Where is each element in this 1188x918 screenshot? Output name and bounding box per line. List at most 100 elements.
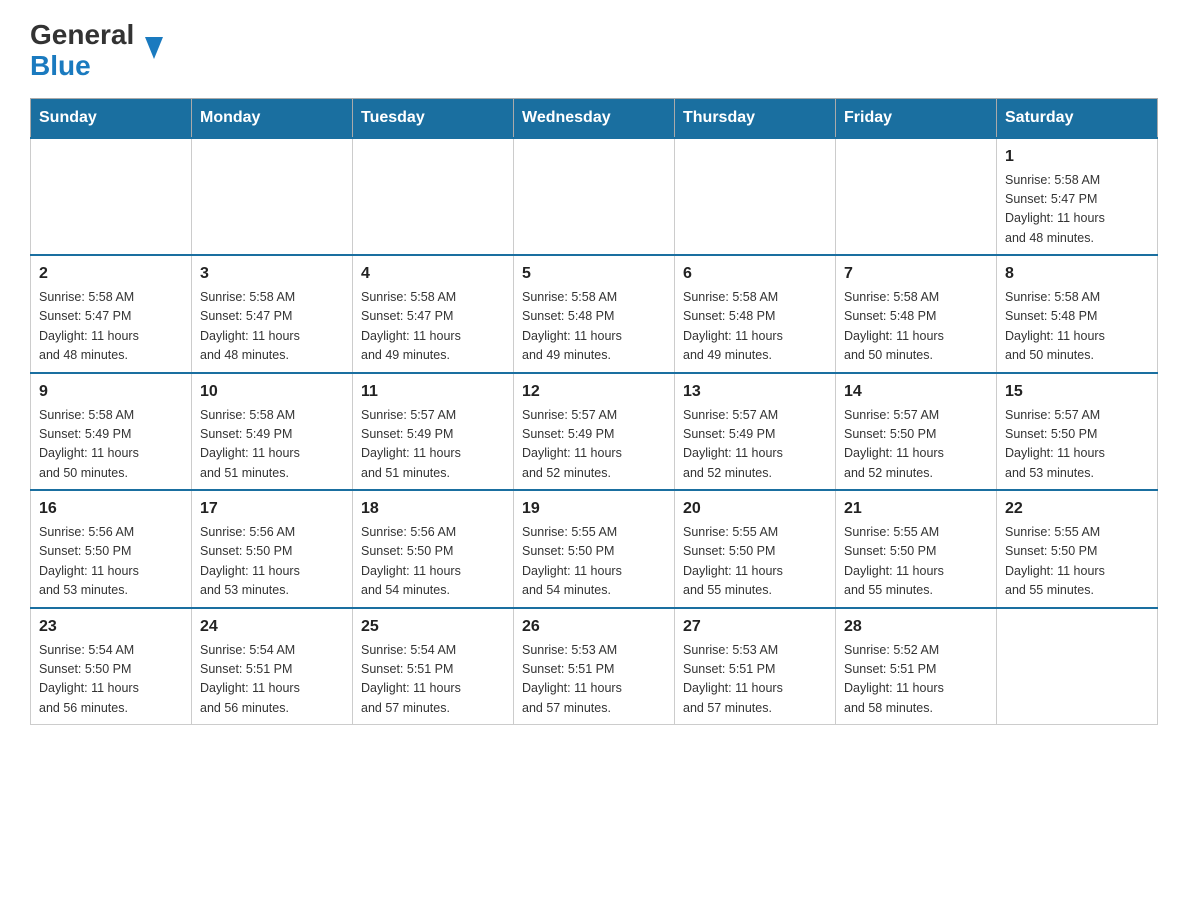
calendar-cell: 24Sunrise: 5:54 AMSunset: 5:51 PMDayligh… bbox=[192, 608, 353, 725]
day-info: Sunrise: 5:54 AMSunset: 5:51 PMDaylight:… bbox=[200, 641, 344, 719]
day-number: 8 bbox=[1005, 262, 1149, 286]
day-info: Sunrise: 5:58 AMSunset: 5:48 PMDaylight:… bbox=[683, 288, 827, 366]
calendar-cell: 19Sunrise: 5:55 AMSunset: 5:50 PMDayligh… bbox=[514, 490, 675, 608]
day-number: 19 bbox=[522, 497, 666, 521]
calendar-cell bbox=[31, 138, 192, 256]
day-number: 4 bbox=[361, 262, 505, 286]
logo-blue-text: Blue bbox=[30, 51, 143, 82]
day-info: Sunrise: 5:57 AMSunset: 5:50 PMDaylight:… bbox=[844, 406, 988, 484]
day-number: 20 bbox=[683, 497, 827, 521]
day-number: 22 bbox=[1005, 497, 1149, 521]
day-info: Sunrise: 5:56 AMSunset: 5:50 PMDaylight:… bbox=[200, 523, 344, 601]
day-info: Sunrise: 5:55 AMSunset: 5:50 PMDaylight:… bbox=[844, 523, 988, 601]
col-wednesday: Wednesday bbox=[514, 98, 675, 138]
calendar-week-row: 23Sunrise: 5:54 AMSunset: 5:50 PMDayligh… bbox=[31, 608, 1158, 725]
col-monday: Monday bbox=[192, 98, 353, 138]
calendar-week-row: 16Sunrise: 5:56 AMSunset: 5:50 PMDayligh… bbox=[31, 490, 1158, 608]
calendar-cell: 10Sunrise: 5:58 AMSunset: 5:49 PMDayligh… bbox=[192, 373, 353, 491]
day-info: Sunrise: 5:57 AMSunset: 5:49 PMDaylight:… bbox=[361, 406, 505, 484]
calendar-cell: 27Sunrise: 5:53 AMSunset: 5:51 PMDayligh… bbox=[675, 608, 836, 725]
calendar-cell bbox=[192, 138, 353, 256]
col-tuesday: Tuesday bbox=[353, 98, 514, 138]
calendar-cell: 18Sunrise: 5:56 AMSunset: 5:50 PMDayligh… bbox=[353, 490, 514, 608]
col-saturday: Saturday bbox=[997, 98, 1158, 138]
calendar-cell: 25Sunrise: 5:54 AMSunset: 5:51 PMDayligh… bbox=[353, 608, 514, 725]
calendar-cell: 6Sunrise: 5:58 AMSunset: 5:48 PMDaylight… bbox=[675, 255, 836, 373]
calendar-cell: 12Sunrise: 5:57 AMSunset: 5:49 PMDayligh… bbox=[514, 373, 675, 491]
calendar-cell: 22Sunrise: 5:55 AMSunset: 5:50 PMDayligh… bbox=[997, 490, 1158, 608]
calendar-cell bbox=[353, 138, 514, 256]
logo-triangle-icon bbox=[145, 37, 163, 59]
calendar-cell: 14Sunrise: 5:57 AMSunset: 5:50 PMDayligh… bbox=[836, 373, 997, 491]
day-info: Sunrise: 5:55 AMSunset: 5:50 PMDaylight:… bbox=[1005, 523, 1149, 601]
day-info: Sunrise: 5:52 AMSunset: 5:51 PMDaylight:… bbox=[844, 641, 988, 719]
day-info: Sunrise: 5:53 AMSunset: 5:51 PMDaylight:… bbox=[522, 641, 666, 719]
day-number: 12 bbox=[522, 380, 666, 404]
day-number: 1 bbox=[1005, 145, 1149, 169]
calendar-cell: 26Sunrise: 5:53 AMSunset: 5:51 PMDayligh… bbox=[514, 608, 675, 725]
calendar-week-row: 1Sunrise: 5:58 AMSunset: 5:47 PMDaylight… bbox=[31, 138, 1158, 256]
day-number: 14 bbox=[844, 380, 988, 404]
calendar-cell bbox=[836, 138, 997, 256]
day-info: Sunrise: 5:56 AMSunset: 5:50 PMDaylight:… bbox=[39, 523, 183, 601]
day-number: 27 bbox=[683, 615, 827, 639]
day-info: Sunrise: 5:57 AMSunset: 5:49 PMDaylight:… bbox=[522, 406, 666, 484]
col-thursday: Thursday bbox=[675, 98, 836, 138]
day-info: Sunrise: 5:57 AMSunset: 5:50 PMDaylight:… bbox=[1005, 406, 1149, 484]
col-sunday: Sunday bbox=[31, 98, 192, 138]
calendar-cell: 21Sunrise: 5:55 AMSunset: 5:50 PMDayligh… bbox=[836, 490, 997, 608]
day-info: Sunrise: 5:53 AMSunset: 5:51 PMDaylight:… bbox=[683, 641, 827, 719]
day-number: 28 bbox=[844, 615, 988, 639]
day-number: 25 bbox=[361, 615, 505, 639]
day-info: Sunrise: 5:54 AMSunset: 5:50 PMDaylight:… bbox=[39, 641, 183, 719]
day-number: 26 bbox=[522, 615, 666, 639]
page-header: General Blue bbox=[30, 20, 1158, 82]
day-info: Sunrise: 5:58 AMSunset: 5:47 PMDaylight:… bbox=[200, 288, 344, 366]
day-number: 21 bbox=[844, 497, 988, 521]
day-number: 23 bbox=[39, 615, 183, 639]
day-number: 18 bbox=[361, 497, 505, 521]
day-number: 5 bbox=[522, 262, 666, 286]
day-number: 17 bbox=[200, 497, 344, 521]
calendar-table: Sunday Monday Tuesday Wednesday Thursday… bbox=[30, 98, 1158, 726]
calendar-cell: 11Sunrise: 5:57 AMSunset: 5:49 PMDayligh… bbox=[353, 373, 514, 491]
calendar-week-row: 9Sunrise: 5:58 AMSunset: 5:49 PMDaylight… bbox=[31, 373, 1158, 491]
day-info: Sunrise: 5:58 AMSunset: 5:49 PMDaylight:… bbox=[39, 406, 183, 484]
day-number: 3 bbox=[200, 262, 344, 286]
day-info: Sunrise: 5:56 AMSunset: 5:50 PMDaylight:… bbox=[361, 523, 505, 601]
day-info: Sunrise: 5:55 AMSunset: 5:50 PMDaylight:… bbox=[683, 523, 827, 601]
day-number: 13 bbox=[683, 380, 827, 404]
day-number: 15 bbox=[1005, 380, 1149, 404]
calendar-cell: 20Sunrise: 5:55 AMSunset: 5:50 PMDayligh… bbox=[675, 490, 836, 608]
day-info: Sunrise: 5:58 AMSunset: 5:48 PMDaylight:… bbox=[1005, 288, 1149, 366]
calendar-cell: 13Sunrise: 5:57 AMSunset: 5:49 PMDayligh… bbox=[675, 373, 836, 491]
calendar-cell: 9Sunrise: 5:58 AMSunset: 5:49 PMDaylight… bbox=[31, 373, 192, 491]
calendar-cell bbox=[997, 608, 1158, 725]
calendar-cell: 5Sunrise: 5:58 AMSunset: 5:48 PMDaylight… bbox=[514, 255, 675, 373]
calendar-header-row: Sunday Monday Tuesday Wednesday Thursday… bbox=[31, 98, 1158, 138]
day-info: Sunrise: 5:58 AMSunset: 5:47 PMDaylight:… bbox=[39, 288, 183, 366]
day-info: Sunrise: 5:58 AMSunset: 5:47 PMDaylight:… bbox=[361, 288, 505, 366]
day-number: 24 bbox=[200, 615, 344, 639]
day-number: 9 bbox=[39, 380, 183, 404]
day-info: Sunrise: 5:57 AMSunset: 5:49 PMDaylight:… bbox=[683, 406, 827, 484]
calendar-cell: 1Sunrise: 5:58 AMSunset: 5:47 PMDaylight… bbox=[997, 138, 1158, 256]
day-number: 2 bbox=[39, 262, 183, 286]
day-number: 11 bbox=[361, 380, 505, 404]
day-number: 7 bbox=[844, 262, 988, 286]
day-info: Sunrise: 5:58 AMSunset: 5:48 PMDaylight:… bbox=[522, 288, 666, 366]
calendar-cell: 16Sunrise: 5:56 AMSunset: 5:50 PMDayligh… bbox=[31, 490, 192, 608]
day-info: Sunrise: 5:54 AMSunset: 5:51 PMDaylight:… bbox=[361, 641, 505, 719]
calendar-cell: 17Sunrise: 5:56 AMSunset: 5:50 PMDayligh… bbox=[192, 490, 353, 608]
calendar-cell: 23Sunrise: 5:54 AMSunset: 5:50 PMDayligh… bbox=[31, 608, 192, 725]
day-number: 6 bbox=[683, 262, 827, 286]
calendar-cell bbox=[514, 138, 675, 256]
calendar-cell bbox=[675, 138, 836, 256]
calendar-cell: 28Sunrise: 5:52 AMSunset: 5:51 PMDayligh… bbox=[836, 608, 997, 725]
calendar-cell: 15Sunrise: 5:57 AMSunset: 5:50 PMDayligh… bbox=[997, 373, 1158, 491]
logo: General Blue bbox=[30, 20, 163, 82]
day-number: 10 bbox=[200, 380, 344, 404]
day-info: Sunrise: 5:58 AMSunset: 5:47 PMDaylight:… bbox=[1005, 171, 1149, 249]
calendar-week-row: 2Sunrise: 5:58 AMSunset: 5:47 PMDaylight… bbox=[31, 255, 1158, 373]
calendar-cell: 2Sunrise: 5:58 AMSunset: 5:47 PMDaylight… bbox=[31, 255, 192, 373]
